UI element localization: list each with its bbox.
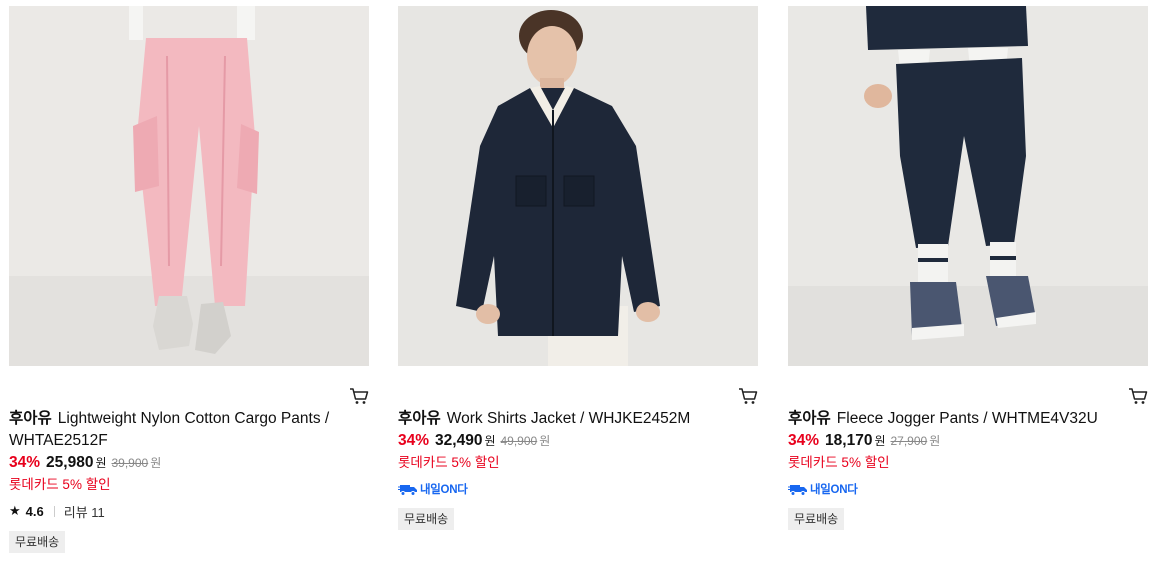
product-card[interactable]: 후아유 Lightweight Nylon Cotton Cargo Pants … bbox=[9, 6, 369, 553]
price-row: 34% 18,170 원 27,900 원 bbox=[788, 432, 1148, 454]
currency-unit: 원 bbox=[95, 456, 107, 470]
product-title[interactable]: 후아유 Fleece Jogger Pants / WHTME4V32U bbox=[788, 408, 1148, 430]
rating-row: ★ 4.6 리뷰 11 bbox=[9, 499, 369, 523]
original-price: 39,900 bbox=[111, 456, 149, 470]
card-discount-promo: 롯데카드 5% 할인 bbox=[788, 455, 890, 470]
product-image[interactable] bbox=[788, 6, 1148, 366]
sale-price: 18,170 bbox=[825, 432, 873, 449]
price-row: 34% 32,490 원 49,900 원 bbox=[398, 432, 758, 454]
product-card[interactable]: 후아유 Work Shirts Jacket / WHJKE2452M 34% 3… bbox=[398, 6, 758, 530]
delivery-truck-icon bbox=[398, 485, 417, 496]
product-image[interactable] bbox=[398, 6, 758, 366]
currency-unit: 원 bbox=[874, 434, 886, 448]
original-currency-unit: 원 bbox=[150, 456, 162, 470]
delivery-text: 내일ON다 bbox=[420, 484, 468, 496]
delivery-text: 내일ON다 bbox=[810, 484, 858, 496]
card-discount-promo: 롯데카드 5% 할인 bbox=[9, 477, 111, 492]
product-image-jogger-pants bbox=[788, 6, 1148, 366]
original-price: 49,900 bbox=[500, 434, 538, 448]
cart-icon bbox=[1129, 388, 1148, 404]
delivery-truck-icon bbox=[788, 485, 807, 496]
product-image-work-jacket bbox=[398, 6, 758, 366]
free-shipping-tag: 무료배송 bbox=[9, 531, 66, 553]
original-price: 27,900 bbox=[890, 434, 928, 448]
product-image-cargo-pants bbox=[9, 6, 369, 366]
discount-rate: 34% bbox=[9, 454, 41, 471]
currency-unit: 원 bbox=[484, 434, 496, 448]
original-currency-unit: 원 bbox=[539, 434, 551, 448]
star-icon: ★ bbox=[9, 503, 21, 518]
discount-rate: 34% bbox=[788, 432, 820, 449]
original-currency-unit: 원 bbox=[929, 434, 941, 448]
product-name: Lightweight Nylon Cotton Cargo Pants / W… bbox=[9, 410, 330, 449]
delivery-badge: 내일ON다 bbox=[788, 478, 1148, 500]
add-to-cart-button[interactable] bbox=[1128, 386, 1148, 406]
free-shipping-tag: 무료배송 bbox=[398, 508, 455, 530]
product-name: Fleece Jogger Pants / WHTME4V32U bbox=[836, 410, 1098, 427]
discount-rate: 34% bbox=[398, 432, 430, 449]
product-card[interactable]: 후아유 Fleece Jogger Pants / WHTME4V32U 34% … bbox=[788, 6, 1148, 530]
product-brand: 후아유 bbox=[398, 410, 441, 427]
product-image[interactable] bbox=[9, 6, 369, 366]
cart-icon bbox=[350, 388, 369, 404]
cart-icon bbox=[739, 388, 758, 404]
review-count: 리뷰 11 bbox=[63, 504, 105, 520]
product-name: Work Shirts Jacket / WHJKE2452M bbox=[446, 410, 691, 427]
sale-price: 25,980 bbox=[46, 454, 94, 471]
product-title[interactable]: 후아유 Lightweight Nylon Cotton Cargo Pants … bbox=[9, 408, 369, 452]
add-to-cart-button[interactable] bbox=[349, 386, 369, 406]
product-brand: 후아유 bbox=[788, 410, 831, 427]
divider bbox=[53, 505, 55, 517]
card-discount-promo: 롯데카드 5% 할인 bbox=[398, 455, 500, 470]
add-to-cart-button[interactable] bbox=[738, 386, 758, 406]
price-row: 34% 25,980 원 39,900 원 bbox=[9, 454, 369, 476]
product-brand: 후아유 bbox=[9, 410, 52, 427]
free-shipping-tag: 무료배송 bbox=[788, 508, 845, 530]
delivery-badge: 내일ON다 bbox=[398, 478, 758, 500]
sale-price: 32,490 bbox=[435, 432, 483, 449]
product-title[interactable]: 후아유 Work Shirts Jacket / WHJKE2452M bbox=[398, 408, 758, 430]
rating-score: 4.6 bbox=[25, 503, 44, 519]
